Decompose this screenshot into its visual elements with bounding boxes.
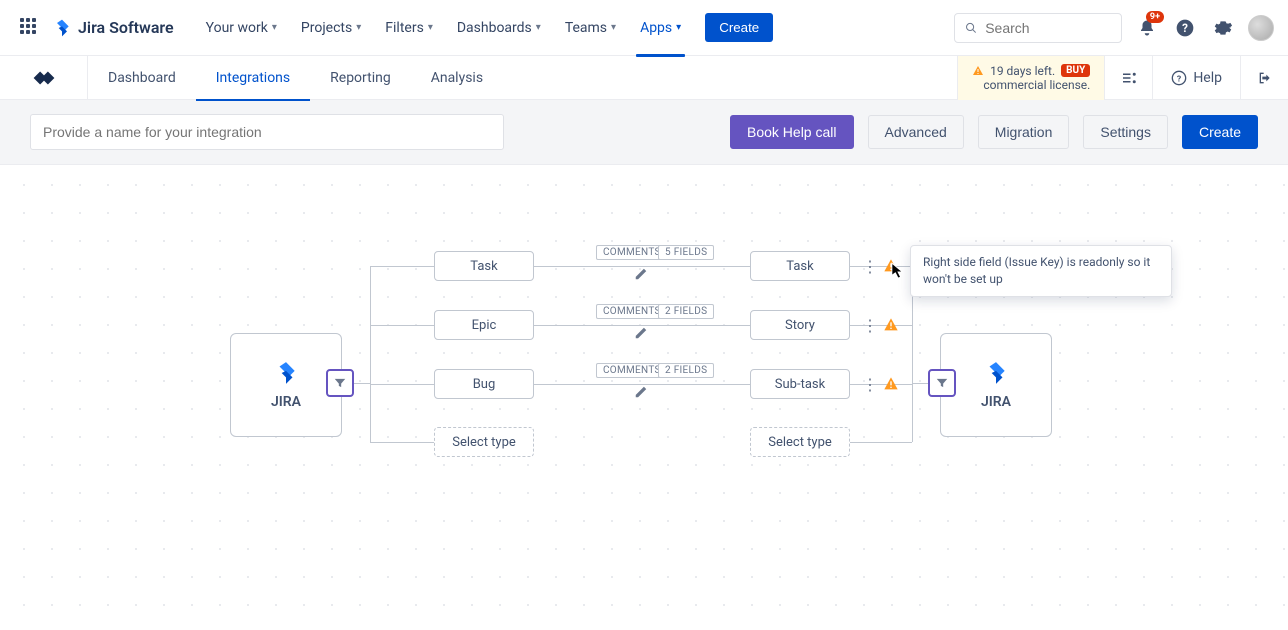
jira-icon (983, 360, 1009, 386)
app-switcher-icon[interactable] (20, 18, 40, 38)
right-select-type[interactable]: Select type (750, 427, 850, 457)
buy-badge[interactable]: BUY (1061, 64, 1090, 77)
tab-analysis[interactable]: Analysis (411, 56, 503, 100)
tab-integrations[interactable]: Integrations (196, 56, 310, 100)
jira-logo-icon (52, 18, 72, 38)
create-integration-button[interactable]: Create (1182, 115, 1258, 149)
brand-jira-software[interactable]: Jira Software (52, 18, 174, 38)
left-type-bug[interactable]: Bug (434, 369, 534, 399)
settings-button[interactable]: Settings (1083, 115, 1168, 149)
settings-icon[interactable] (1210, 15, 1236, 41)
filter-icon (333, 376, 347, 390)
global-search[interactable] (954, 13, 1122, 43)
left-type-task[interactable]: Task (434, 251, 534, 281)
advanced-button[interactable]: Advanced (868, 115, 964, 149)
row1-tag-comments: COMMENTS (596, 245, 668, 260)
right-type-story[interactable]: Story (750, 310, 850, 340)
target-filter-button[interactable] (928, 369, 956, 397)
jira-icon (273, 360, 299, 386)
warning-icon (972, 65, 984, 77)
row2-edit-icon[interactable] (632, 324, 650, 342)
logout-icon[interactable] (1240, 56, 1288, 100)
book-help-call-button[interactable]: Book Help call (730, 115, 854, 149)
notifications-badge: 9+ (1146, 11, 1164, 23)
row2-tag-comments: COMMENTS (596, 304, 668, 319)
row1-tag-fields: 5 FIELDS (658, 245, 714, 260)
help-link[interactable]: ? Help (1152, 56, 1240, 100)
nav-teams[interactable]: Teams▾ (555, 14, 626, 42)
nav-dashboards[interactable]: Dashboards▾ (447, 14, 551, 42)
target-node-label: JIRA (981, 394, 1011, 410)
filter-icon (935, 376, 949, 390)
row3-tag-comments: COMMENTS (596, 363, 668, 378)
cursor-pointer-icon (891, 262, 905, 280)
target-node-jira[interactable]: JIRA (940, 333, 1052, 437)
right-type-subtask[interactable]: Sub-task (750, 369, 850, 399)
source-node-label: JIRA (271, 394, 301, 410)
svg-text:?: ? (1182, 21, 1188, 35)
create-button[interactable]: Create (705, 13, 773, 42)
search-input[interactable] (983, 19, 1111, 37)
row1-kebab-menu[interactable]: ⋮ (862, 254, 878, 278)
trial-banner: 19 days left. BUY commercial license. (957, 56, 1104, 100)
notifications-icon[interactable]: 9+ (1134, 15, 1160, 41)
user-avatar[interactable] (1248, 15, 1274, 41)
nav-your-work[interactable]: Your work▾ (196, 14, 287, 42)
row1-edit-icon[interactable] (632, 265, 650, 283)
left-type-epic[interactable]: Epic (434, 310, 534, 340)
row2-tag-fields: 2 FIELDS (658, 304, 714, 319)
warning-tooltip: Right side field (Issue Key) is readonly… (910, 245, 1172, 297)
row3-edit-icon[interactable] (632, 383, 650, 401)
nav-filters[interactable]: Filters▾ (375, 14, 443, 42)
row2-kebab-menu[interactable]: ⋮ (862, 313, 878, 337)
search-icon (965, 21, 977, 35)
right-type-task[interactable]: Task (750, 251, 850, 281)
help-circle-icon: ? (1171, 70, 1187, 86)
integration-name-input[interactable] (41, 123, 493, 141)
svg-text:?: ? (1177, 74, 1181, 84)
brand-label: Jira Software (78, 18, 174, 37)
row2-warning-icon[interactable] (882, 316, 900, 334)
left-select-type[interactable]: Select type (434, 427, 534, 457)
app-logo (0, 56, 88, 100)
row3-tag-fields: 2 FIELDS (658, 363, 714, 378)
source-filter-button[interactable] (326, 369, 354, 397)
nav-projects[interactable]: Projects▾ (291, 14, 371, 42)
tab-dashboard[interactable]: Dashboard (88, 56, 196, 100)
row3-warning-icon[interactable] (882, 375, 900, 393)
integration-name-field[interactable] (30, 114, 504, 150)
mapping-canvas[interactable]: JIRA JIRA Task COMMENTS 5 FIELDS Task ⋮ … (0, 165, 1288, 607)
row3-kebab-menu[interactable]: ⋮ (862, 372, 878, 396)
help-icon[interactable]: ? (1172, 15, 1198, 41)
migration-button[interactable]: Migration (978, 115, 1070, 149)
app-settings-icon[interactable] (1104, 56, 1152, 100)
tab-reporting[interactable]: Reporting (310, 56, 411, 100)
nav-apps[interactable]: Apps▾ (630, 14, 691, 42)
